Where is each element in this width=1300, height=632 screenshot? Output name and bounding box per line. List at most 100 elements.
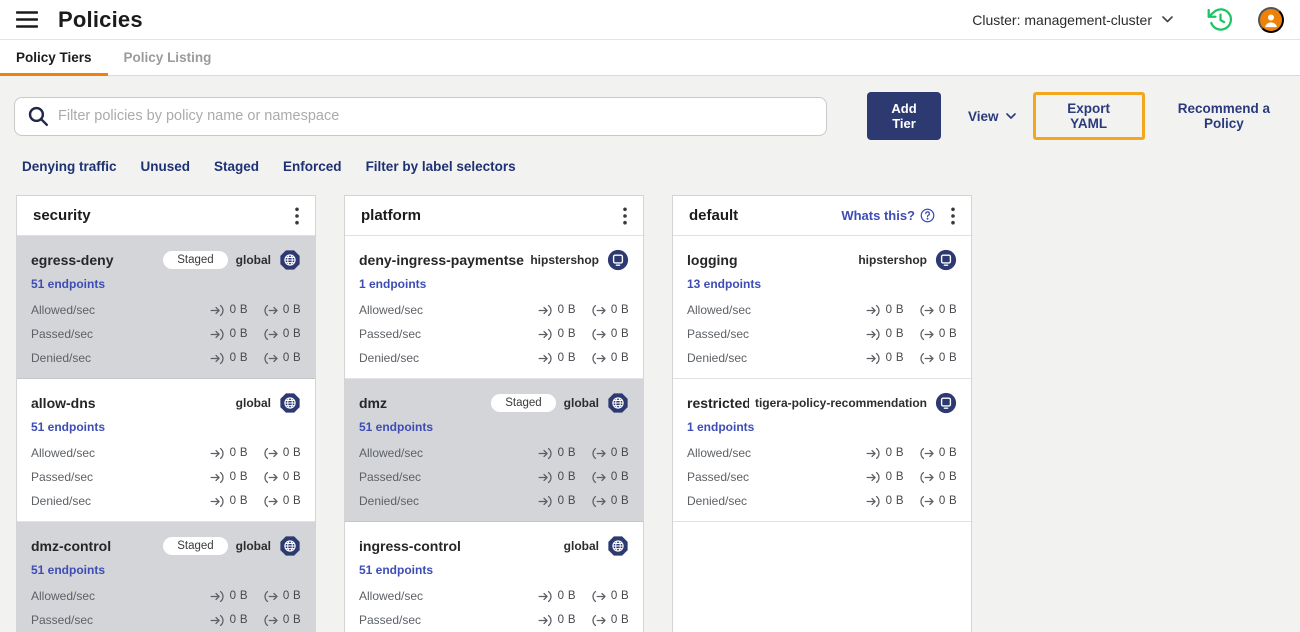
ingress-icon — [866, 471, 880, 483]
egress-icon — [592, 304, 606, 316]
ingress-icon — [210, 614, 224, 626]
egress-value: 0 B — [263, 614, 301, 627]
filter-denying-traffic[interactable]: Denying traffic — [22, 159, 117, 174]
endpoints-link[interactable]: 51 endpoints — [31, 563, 105, 577]
egress-icon — [592, 328, 606, 340]
metric-row: Denied/sec 0 B 0 B — [687, 494, 957, 508]
namespace-scope-icon — [935, 392, 957, 414]
view-dropdown[interactable]: View — [968, 109, 1016, 124]
endpoints-link[interactable]: 13 endpoints — [687, 277, 761, 291]
policy-card[interactable]: allow-dns global 51 endpoints Allowed/se… — [17, 379, 315, 522]
policy-scope-label: global — [563, 538, 599, 553]
tab-policy-tiers[interactable]: Policy Tiers — [0, 40, 108, 76]
history-icon[interactable] — [1207, 6, 1234, 33]
policy-metrics: Allowed/sec 0 B 0 B Passed/sec — [359, 589, 629, 632]
metric-label: Allowed/sec — [31, 589, 96, 603]
ingress-value: 0 B — [538, 352, 576, 365]
policy-card[interactable]: ingress-control global 51 endpoints Allo… — [345, 522, 643, 632]
policy-card[interactable]: restricted tigera-policy-recommendation … — [673, 379, 971, 522]
metric-row: Passed/sec 0 B 0 B — [31, 613, 301, 627]
policy-card[interactable]: dmz Staged global 51 endpoints Allowed/s… — [345, 379, 643, 522]
search-input[interactable] — [58, 108, 814, 124]
filter-by-label-selectors[interactable]: Filter by label selectors — [366, 159, 516, 174]
policy-card[interactable]: dmz-control Staged global 51 endpoints A… — [17, 522, 315, 632]
metric-row: Denied/sec 0 B 0 B — [687, 351, 957, 365]
egress-icon — [264, 447, 278, 459]
tab-policy-listing[interactable]: Policy Listing — [108, 40, 228, 75]
staged-badge: Staged — [163, 250, 228, 269]
policy-name: restricted — [687, 394, 749, 411]
whats-this-link[interactable]: Whats this? — [841, 208, 935, 223]
endpoints-link[interactable]: 51 endpoints — [31, 420, 105, 434]
metric-label: Allowed/sec — [359, 303, 424, 317]
add-tier-button[interactable]: Add Tier — [867, 92, 942, 140]
tier-menu-icon[interactable] — [945, 205, 961, 227]
ingress-icon — [538, 590, 552, 602]
metric-row: Allowed/sec 0 B 0 B — [359, 589, 629, 603]
filter-staged[interactable]: Staged — [214, 159, 259, 174]
policy-scope-label: tigera-policy-recommendation — [754, 395, 927, 410]
egress-value: 0 B — [919, 447, 957, 460]
ingress-value: 0 B — [538, 471, 576, 484]
metric-row: Denied/sec 0 B 0 B — [359, 494, 629, 508]
metric-value: 0 B — [610, 447, 629, 459]
endpoints-link[interactable]: 51 endpoints — [31, 277, 105, 291]
egress-value: 0 B — [263, 471, 301, 484]
endpoints-link[interactable]: 51 endpoints — [359, 563, 433, 577]
ingress-icon — [866, 328, 880, 340]
tier-board: security egress-deny Staged global 51 en… — [16, 195, 1286, 632]
policy-card-list: logging hipstershop 13 endpoints Allowed… — [673, 236, 971, 522]
filter-enforced[interactable]: Enforced — [283, 159, 342, 174]
namespace-scope-icon — [607, 249, 629, 271]
endpoints-link[interactable]: 1 endpoints — [359, 277, 426, 291]
policy-card[interactable]: logging hipstershop 13 endpoints Allowed… — [673, 236, 971, 379]
tier-menu-icon[interactable] — [617, 205, 633, 227]
metric-row: Allowed/sec 0 B 0 B — [687, 446, 957, 460]
egress-value: 0 B — [591, 447, 629, 460]
metric-row: Passed/sec 0 B 0 B — [359, 470, 629, 484]
policy-card[interactable]: egress-deny Staged global 51 endpoints A… — [17, 236, 315, 379]
chevron-down-icon — [1005, 113, 1016, 119]
cluster-label: Cluster: management-cluster — [972, 11, 1152, 28]
ingress-icon — [210, 471, 224, 483]
metric-value: 0 B — [938, 447, 957, 459]
tier-header: platform — [345, 196, 643, 236]
metric-value: 0 B — [938, 352, 957, 364]
egress-icon — [592, 614, 606, 626]
policy-card[interactable]: deny-ingress-paymentservi… hipstershop 1… — [345, 236, 643, 379]
export-yaml-button[interactable]: Export YAML — [1051, 101, 1127, 131]
filter-unused[interactable]: Unused — [141, 159, 191, 174]
metric-value: 0 B — [229, 328, 248, 340]
tab-label: Policy Listing — [123, 50, 212, 65]
metric-value: 0 B — [610, 304, 629, 316]
main-content: Add Tier View Export YAML Recommend a Po… — [0, 76, 1300, 632]
ingress-icon — [866, 352, 880, 364]
staged-badge: Staged — [491, 393, 556, 412]
egress-value: 0 B — [263, 447, 301, 460]
metric-row: Allowed/sec 0 B 0 B — [31, 303, 301, 317]
metric-value: 0 B — [885, 447, 904, 459]
ingress-icon — [866, 495, 880, 507]
metric-label: Passed/sec — [359, 470, 422, 484]
metric-value: 0 B — [557, 495, 576, 507]
tier-menu-icon[interactable] — [289, 205, 305, 227]
egress-value: 0 B — [919, 495, 957, 508]
egress-value: 0 B — [919, 328, 957, 341]
egress-icon — [264, 328, 278, 340]
endpoints-link[interactable]: 51 endpoints — [359, 420, 433, 434]
metric-row: Denied/sec 0 B 0 B — [359, 351, 629, 365]
recommend-policy-button[interactable]: Recommend a Policy — [1162, 101, 1286, 131]
tab-bar: Policy Tiers Policy Listing — [0, 40, 1300, 76]
ingress-icon — [210, 447, 224, 459]
metric-value: 0 B — [938, 328, 957, 340]
menu-icon[interactable] — [14, 9, 40, 30]
policy-scope-label: global — [563, 395, 599, 410]
metric-value: 0 B — [610, 352, 629, 364]
egress-value: 0 B — [263, 352, 301, 365]
user-avatar[interactable] — [1258, 6, 1284, 33]
policy-metrics: Allowed/sec 0 B 0 B Passed/sec — [687, 303, 957, 365]
cluster-selector[interactable]: Cluster: management-cluster — [972, 12, 1173, 28]
endpoints-link[interactable]: 1 endpoints — [687, 420, 754, 434]
policy-scope-label: global — [235, 395, 271, 410]
page-title: Policies — [58, 6, 143, 32]
